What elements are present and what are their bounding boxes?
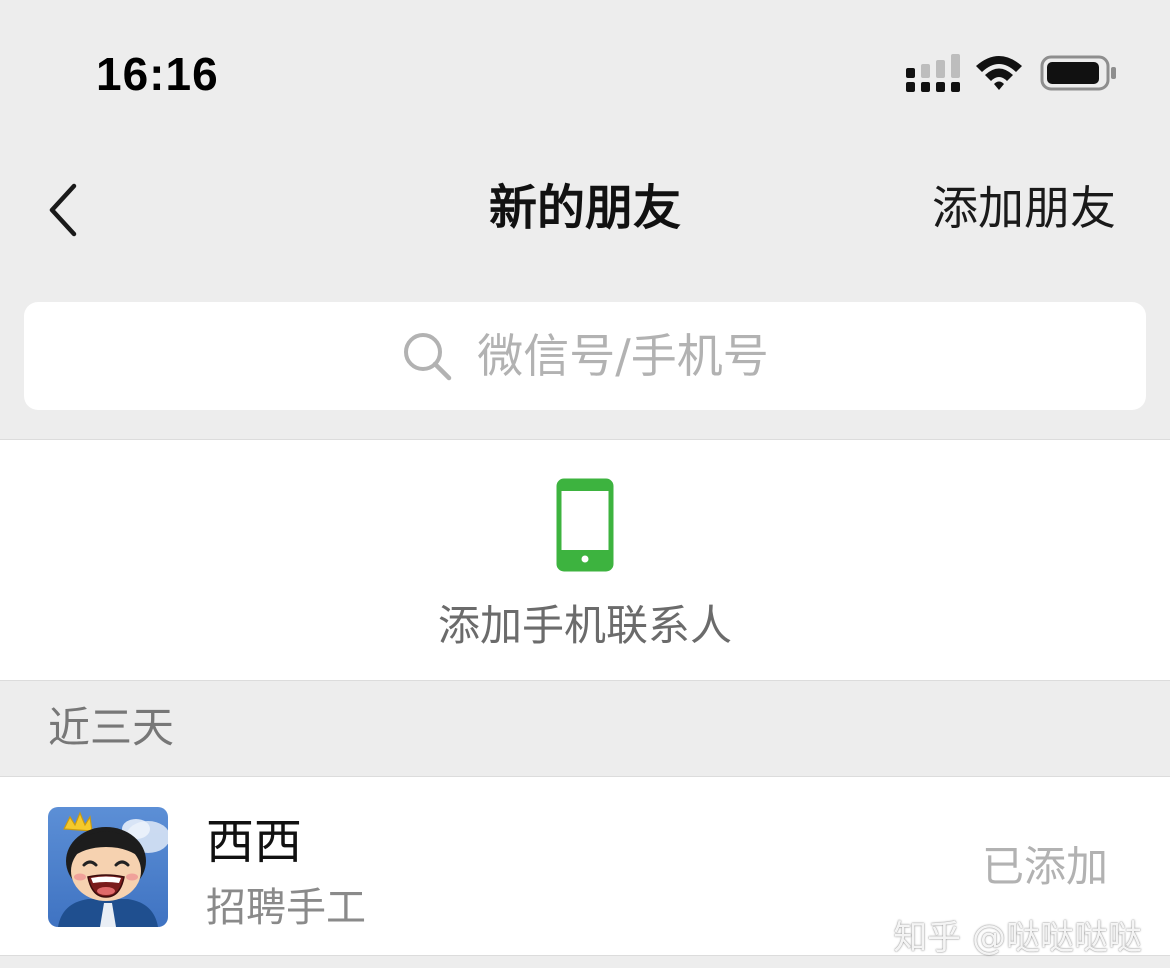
status-badge: 已添加: [981, 842, 1108, 891]
search-inner: 微信号/手机号: [401, 326, 769, 386]
friend-name: 西西: [206, 814, 303, 870]
add-phone-contacts-button[interactable]: 添加手机联系人: [0, 439, 1170, 681]
new-friends-screen: 16:16 新的朋友 添加朋友 微信号/手机号 添加手机联系人 近三天 西西 招…: [0, 0, 1170, 968]
signal-icon: [906, 54, 960, 92]
section-header-recent: 近三天: [48, 703, 175, 752]
phone-icon: [556, 478, 614, 572]
search-input[interactable]: 微信号/手机号: [24, 302, 1146, 410]
search-icon: [404, 333, 452, 381]
status-time: 16:16: [96, 48, 219, 100]
wifi-icon: [976, 56, 1022, 90]
list-item[interactable]: 西西 招聘手工 已添加: [0, 776, 1170, 956]
nav-bar: 新的朋友 添加朋友: [0, 140, 1170, 290]
friend-request-message: 招聘手工: [206, 885, 366, 931]
chevron-left-icon[interactable]: [40, 180, 90, 240]
status-bar: 16:16: [0, 0, 1170, 140]
cartoon-avatar-icon: [48, 807, 168, 927]
search-placeholder: 微信号/手机号: [477, 329, 769, 383]
add-friend-button[interactable]: 添加朋友: [932, 174, 1116, 242]
battery-icon: [1040, 55, 1116, 91]
avatar[interactable]: [48, 807, 168, 927]
add-phone-contacts-label: 添加手机联系人: [437, 601, 732, 650]
